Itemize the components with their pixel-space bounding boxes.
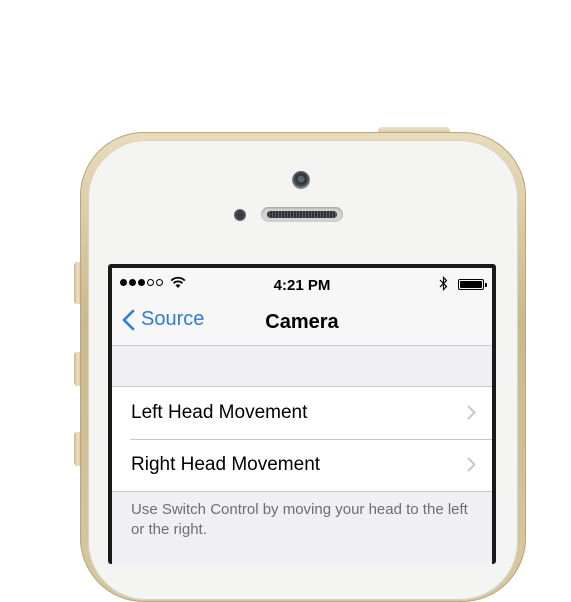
screen-content: 4:21 PM Source Camera Left Head Movement [112, 268, 492, 564]
row-label: Right Head Movement [131, 454, 321, 475]
phone-screen: 4:21 PM Source Camera Left Head Movement [108, 264, 496, 564]
chevron-right-icon [467, 457, 476, 472]
status-time: 4:21 PM [273, 277, 331, 294]
row-left-head-movement[interactable]: Left Head Movement [112, 387, 492, 439]
row-right-head-movement[interactable]: Right Head Movement [112, 439, 492, 491]
battery-fill [460, 281, 482, 288]
proximity-sensor [234, 209, 246, 221]
bluetooth-icon [439, 276, 448, 291]
navigation-bar: Source Camera [112, 300, 492, 346]
battery-icon [458, 279, 487, 290]
section-footer-text: Use Switch Control by moving your head t… [131, 501, 468, 538]
chevron-right-icon [467, 405, 476, 420]
settings-table: Left Head Movement Right Head Movement [112, 386, 492, 492]
page-title: Camera [265, 311, 339, 333]
front-camera [292, 171, 310, 189]
status-bar: 4:21 PM [112, 268, 492, 300]
earpiece-speaker [261, 207, 343, 222]
row-label: Left Head Movement [131, 402, 308, 423]
